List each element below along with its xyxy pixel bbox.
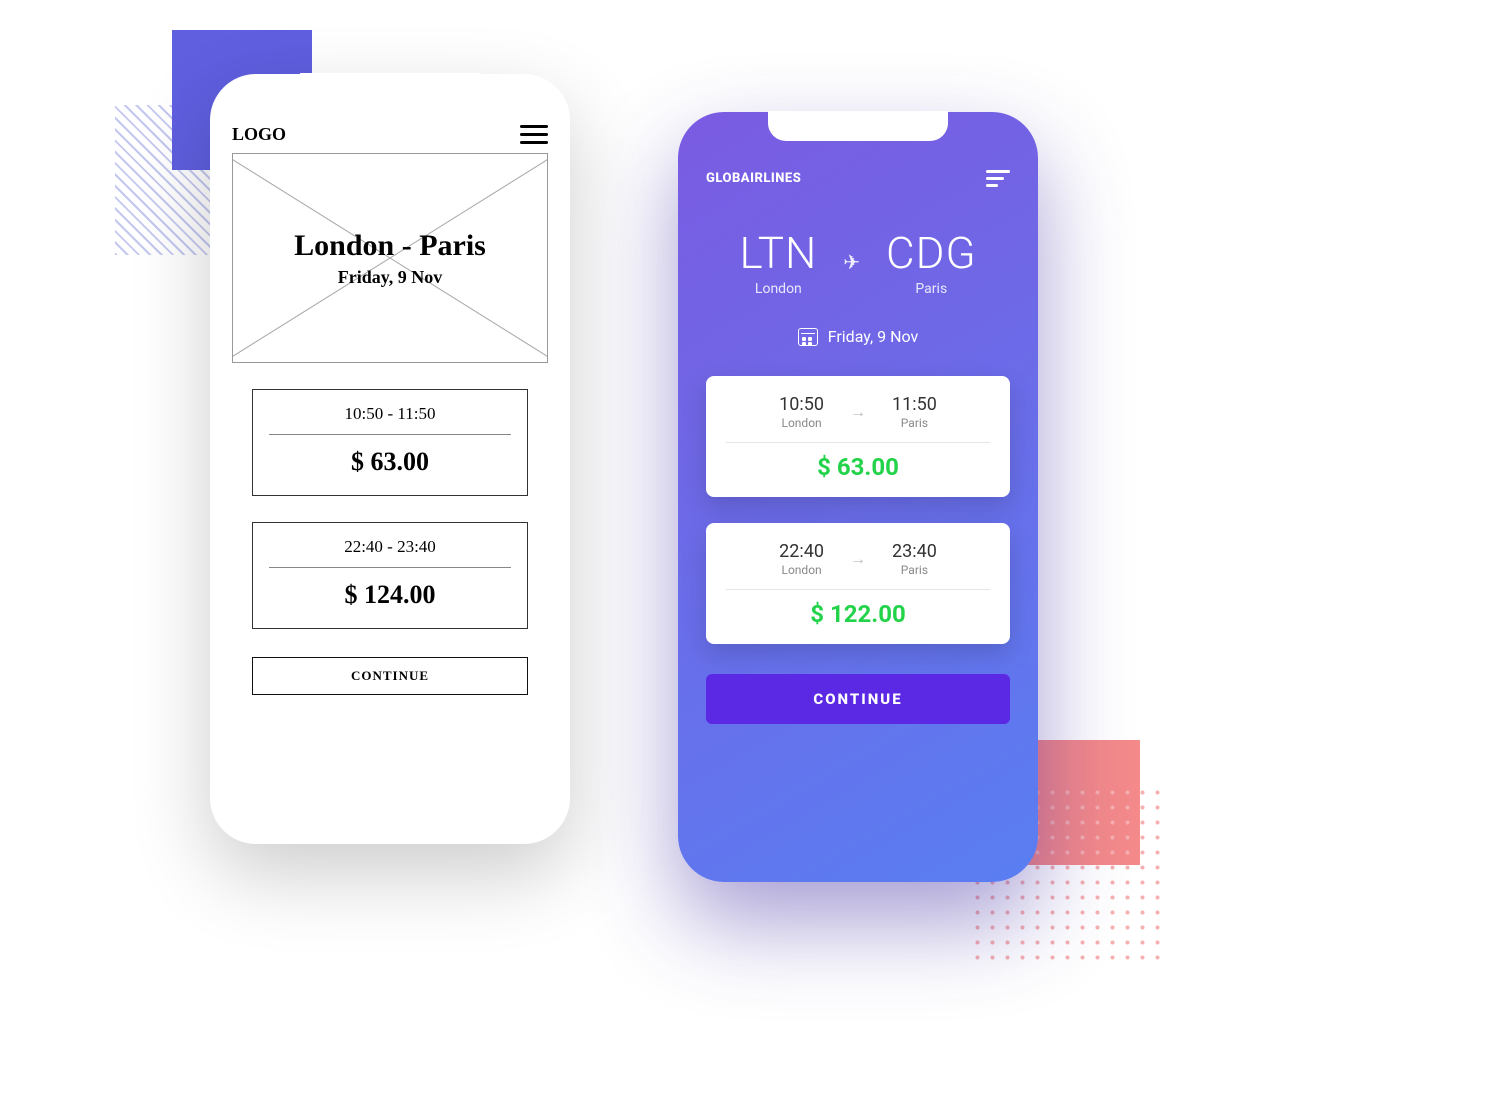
divider: [726, 442, 990, 443]
arr-time: 11:50: [892, 394, 937, 415]
divider: [726, 589, 990, 590]
hamburger-menu-icon[interactable]: [520, 125, 548, 144]
divider: [269, 434, 511, 435]
flight-card[interactable]: 22:40 London → 23:40 Paris $ 122.00: [706, 523, 1010, 644]
arrow-right-icon: →: [850, 402, 866, 422]
dep-city: London: [779, 416, 824, 430]
continue-button[interactable]: CONTINUE: [706, 674, 1010, 724]
wire-hero-placeholder: London - Paris Friday, 9 Nov: [232, 153, 548, 363]
wire-logo: LOGO: [232, 124, 286, 145]
wire-flight-price: $ 124.00: [263, 580, 517, 610]
wire-flight-card[interactable]: 10:50 - 11:50 $ 63.00: [252, 389, 528, 496]
wire-flight-price: $ 63.00: [263, 447, 517, 477]
hamburger-menu-icon[interactable]: [986, 170, 1010, 187]
date-row[interactable]: Friday, 9 Nov: [706, 327, 1010, 346]
dep-time: 22:40: [779, 541, 824, 562]
route-date: Friday, 9 Nov: [338, 267, 443, 288]
design-phone: GLOBAIRLINES LTN London ✈ CDG Paris Frid…: [678, 112, 1038, 882]
dep-time: 10:50: [779, 394, 824, 415]
dest-code: CDG: [886, 227, 977, 279]
flight-price: $ 63.00: [726, 453, 990, 481]
wireframe-phone: LOGO London - Paris Friday, 9 Nov 10:50 …: [210, 74, 570, 844]
travel-date: Friday, 9 Nov: [828, 327, 919, 346]
flight-price: $ 122.00: [726, 600, 990, 628]
dep-city: London: [779, 563, 824, 577]
brand-logo: GLOBAIRLINES: [706, 171, 801, 186]
calendar-icon: [798, 328, 818, 346]
arrow-right-icon: →: [850, 549, 866, 569]
plane-icon: ✈: [843, 250, 860, 274]
flight-card[interactable]: 10:50 London → 11:50 Paris $ 63.00: [706, 376, 1010, 497]
divider: [269, 567, 511, 568]
continue-button[interactable]: CONTINUE: [252, 657, 528, 695]
origin: LTN London: [739, 227, 817, 297]
destination: CDG Paris: [886, 227, 977, 297]
origin-code: LTN: [739, 227, 817, 279]
dest-city: Paris: [886, 281, 977, 297]
origin-city: London: [739, 281, 817, 297]
wire-flight-times: 22:40 - 23:40: [263, 537, 517, 557]
wire-flight-times: 10:50 - 11:50: [263, 404, 517, 424]
arr-city: Paris: [892, 563, 937, 577]
arr-city: Paris: [892, 416, 937, 430]
wire-flight-card[interactable]: 22:40 - 23:40 $ 124.00: [252, 522, 528, 629]
route-block: LTN London ✈ CDG Paris: [706, 227, 1010, 297]
design-header: GLOBAIRLINES: [706, 170, 1010, 187]
wire-header: LOGO: [232, 124, 548, 145]
route-title: London - Paris: [294, 229, 486, 263]
arr-time: 23:40: [892, 541, 937, 562]
